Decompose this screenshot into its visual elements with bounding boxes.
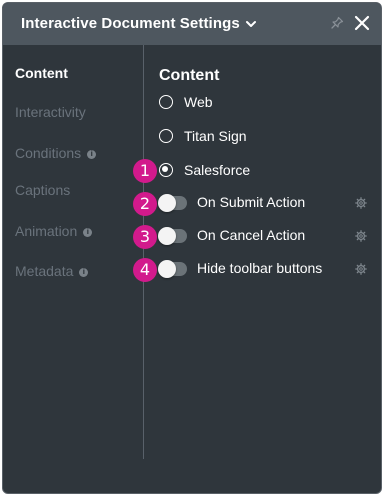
radio-label: Web <box>184 94 213 110</box>
toggle-row-hide-toolbar: Hide toolbar buttons <box>158 259 369 280</box>
radio-label: Titan Sign <box>184 128 247 144</box>
toggle-knob <box>158 227 176 245</box>
hide-toolbar-toggle[interactable] <box>158 260 187 278</box>
toggle-row-submit: On Submit Action <box>158 193 369 214</box>
sidebar-divider <box>143 45 144 459</box>
section-title: Content <box>159 67 220 84</box>
radio-titan-sign[interactable]: Titan Sign <box>159 128 247 144</box>
radio-label: Salesforce <box>184 162 251 178</box>
toggle-knob <box>158 260 176 278</box>
sidebar-item-content[interactable]: Content <box>15 65 68 81</box>
cancel-action-toggle[interactable] <box>158 227 187 245</box>
sidebar-item-metadata[interactable]: Metadata i <box>15 263 89 279</box>
submit-action-toggle[interactable] <box>158 194 187 212</box>
callout-badge: 3 <box>133 225 157 249</box>
info-icon: i <box>79 268 89 277</box>
radio-salesforce[interactable]: Salesforce <box>159 162 250 178</box>
close-icon[interactable] <box>353 14 371 37</box>
pin-icon[interactable] <box>330 16 344 35</box>
panel-title: Interactive Document Settings <box>21 15 240 32</box>
callout-badge: 2 <box>133 192 157 216</box>
sidebar-item-conditions[interactable]: Conditions i <box>15 145 97 161</box>
callout-badge: 1 <box>133 159 157 183</box>
sidebar-item-label: Interactivity <box>15 104 86 120</box>
radio-button[interactable] <box>159 129 173 143</box>
sidebar-item-interactivity[interactable]: Interactivity <box>15 104 86 120</box>
sidebar-item-animation[interactable]: Animation i <box>15 223 93 239</box>
sidebar-item-label: Metadata <box>15 263 74 279</box>
toggle-label: On Cancel Action <box>197 227 306 243</box>
chevron-down-icon[interactable] <box>245 17 257 35</box>
toggle-knob <box>158 194 176 212</box>
toggle-row-cancel: On Cancel Action <box>158 226 369 247</box>
radio-button-selected[interactable] <box>159 163 173 177</box>
sidebar-item-label: Content <box>15 65 68 81</box>
sidebar-item-label: Conditions <box>15 145 82 161</box>
toggle-label: Hide toolbar buttons <box>197 260 323 276</box>
info-icon: i <box>83 228 93 237</box>
title-bar: Interactive Document Settings <box>3 3 381 45</box>
gear-icon[interactable] <box>355 229 367 247</box>
gear-icon[interactable] <box>355 262 367 280</box>
sidebar-item-label: Captions <box>15 182 71 198</box>
radio-button[interactable] <box>159 95 173 109</box>
radio-web[interactable]: Web <box>159 94 213 110</box>
sidebar-item-captions[interactable]: Captions <box>15 182 70 198</box>
callout-badge: 4 <box>133 258 157 282</box>
info-icon: i <box>87 150 97 159</box>
settings-panel: Interactive Document Settings Content In… <box>2 2 382 494</box>
gear-icon[interactable] <box>355 196 367 214</box>
toggle-label: On Submit Action <box>197 194 306 210</box>
sidebar-item-label: Animation <box>15 223 78 239</box>
